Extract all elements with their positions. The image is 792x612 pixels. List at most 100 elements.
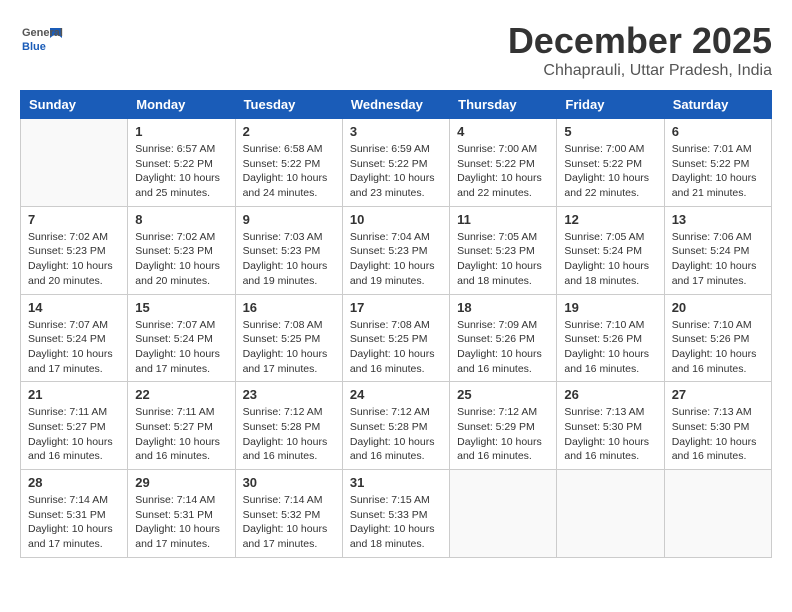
calendar-cell: 4 Sunrise: 7:00 AM Sunset: 5:22 PM Daylig… (450, 119, 557, 207)
calendar-cell: 10 Sunrise: 7:04 AM Sunset: 5:23 PM Dayli… (342, 206, 449, 294)
title-area: December 2025 Chhaprauli, Uttar Pradesh,… (508, 20, 772, 80)
day-info: Sunrise: 7:12 AM Sunset: 5:28 PM Dayligh… (350, 405, 442, 464)
day-info: Sunrise: 7:00 AM Sunset: 5:22 PM Dayligh… (564, 142, 656, 201)
day-number: 3 (350, 124, 442, 139)
calendar-table: SundayMondayTuesdayWednesdayThursdayFrid… (20, 90, 772, 558)
day-number: 28 (28, 475, 120, 490)
day-number: 26 (564, 387, 656, 402)
day-info: Sunrise: 7:06 AM Sunset: 5:24 PM Dayligh… (672, 230, 764, 289)
day-number: 4 (457, 124, 549, 139)
calendar-cell: 15 Sunrise: 7:07 AM Sunset: 5:24 PM Dayli… (128, 294, 235, 382)
calendar-cell: 30 Sunrise: 7:14 AM Sunset: 5:32 PM Dayli… (235, 470, 342, 558)
day-info: Sunrise: 7:10 AM Sunset: 5:26 PM Dayligh… (672, 318, 764, 377)
day-number: 5 (564, 124, 656, 139)
day-number: 1 (135, 124, 227, 139)
day-number: 23 (243, 387, 335, 402)
calendar-cell: 29Sunrise: 7:14 AM Sunset: 5:31 PM Dayli… (128, 470, 235, 558)
logo-svg: General Blue (20, 20, 70, 60)
day-number: 18 (457, 300, 549, 315)
calendar-cell: 18Sunrise: 7:09 AM Sunset: 5:26 PM Dayli… (450, 294, 557, 382)
weekday-header-friday: Friday (557, 91, 664, 119)
day-number: 27 (672, 387, 764, 402)
day-info: Sunrise: 7:00 AM Sunset: 5:22 PM Dayligh… (457, 142, 549, 201)
calendar-cell: 13 Sunrise: 7:06 AM Sunset: 5:24 PM Dayli… (664, 206, 771, 294)
calendar-cell: 25 Sunrise: 7:12 AM Sunset: 5:29 PM Dayli… (450, 382, 557, 470)
day-number: 15 (135, 300, 227, 315)
weekday-header-row: SundayMondayTuesdayWednesdayThursdayFrid… (21, 91, 772, 119)
day-number: 20 (672, 300, 764, 315)
day-number: 19 (564, 300, 656, 315)
calendar-cell: 14 Sunrise: 7:07 AM Sunset: 5:24 PM Dayli… (21, 294, 128, 382)
day-info: Sunrise: 6:58 AM Sunset: 5:22 PM Dayligh… (243, 142, 335, 201)
day-info: Sunrise: 7:05 AM Sunset: 5:23 PM Dayligh… (457, 230, 549, 289)
calendar-cell: 21Sunrise: 7:11 AM Sunset: 5:27 PM Dayli… (21, 382, 128, 470)
weekday-header-monday: Monday (128, 91, 235, 119)
weekday-header-saturday: Saturday (664, 91, 771, 119)
day-info: Sunrise: 7:03 AM Sunset: 5:23 PM Dayligh… (243, 230, 335, 289)
day-number: 10 (350, 212, 442, 227)
day-info: Sunrise: 7:11 AM Sunset: 5:27 PM Dayligh… (135, 405, 227, 464)
calendar-cell: 8 Sunrise: 7:02 AM Sunset: 5:23 PM Daylig… (128, 206, 235, 294)
calendar-cell: 7Sunrise: 7:02 AM Sunset: 5:23 PM Daylig… (21, 206, 128, 294)
logo: General Blue (20, 20, 70, 60)
calendar-cell: 11 Sunrise: 7:05 AM Sunset: 5:23 PM Dayli… (450, 206, 557, 294)
day-number: 25 (457, 387, 549, 402)
weekday-header-tuesday: Tuesday (235, 91, 342, 119)
calendar-cell: 16Sunrise: 7:08 AM Sunset: 5:25 PM Dayli… (235, 294, 342, 382)
weekday-header-wednesday: Wednesday (342, 91, 449, 119)
week-row-2: 7 Sunrise: 7:02 AM Sunset: 5:23 PM Daylig… (21, 206, 772, 294)
week-row-5: 28 Sunrise: 7:14 AM Sunset: 5:31 PM Dayli… (21, 470, 772, 558)
day-info: Sunrise: 7:11 AM Sunset: 5:27 PM Dayligh… (28, 405, 120, 464)
day-number: 11 (457, 212, 549, 227)
calendar-cell: 6 Sunrise: 7:01 AM Sunset: 5:22 PM Daylig… (664, 119, 771, 207)
calendar-cell: 5 Sunrise: 7:00 AM Sunset: 5:22 PM Daylig… (557, 119, 664, 207)
day-number: 8 (135, 212, 227, 227)
week-row-4: 21Sunrise: 7:11 AM Sunset: 5:27 PM Dayli… (21, 382, 772, 470)
calendar-cell: 9 Sunrise: 7:03 AM Sunset: 5:23 PM Daylig… (235, 206, 342, 294)
day-info: Sunrise: 7:10 AM Sunset: 5:26 PM Dayligh… (564, 318, 656, 377)
calendar-cell: 31 Sunrise: 7:15 AM Sunset: 5:33 PM Dayli… (342, 470, 449, 558)
header: General Blue December 2025 Chhaprauli, Ut… (20, 20, 772, 80)
week-row-3: 14 Sunrise: 7:07 AM Sunset: 5:24 PM Dayli… (21, 294, 772, 382)
calendar-cell: 1 Sunrise: 6:57 AM Sunset: 5:22 PM Daylig… (128, 119, 235, 207)
calendar-cell: 28 Sunrise: 7:14 AM Sunset: 5:31 PM Dayli… (21, 470, 128, 558)
location-title: Chhaprauli, Uttar Pradesh, India (508, 62, 772, 80)
calendar-cell: 24Sunrise: 7:12 AM Sunset: 5:28 PM Dayli… (342, 382, 449, 470)
day-info: Sunrise: 7:01 AM Sunset: 5:22 PM Dayligh… (672, 142, 764, 201)
day-number: 9 (243, 212, 335, 227)
day-info: Sunrise: 7:02 AM Sunset: 5:23 PM Dayligh… (135, 230, 227, 289)
day-number: 30 (243, 475, 335, 490)
weekday-header-sunday: Sunday (21, 91, 128, 119)
day-info: Sunrise: 7:04 AM Sunset: 5:23 PM Dayligh… (350, 230, 442, 289)
day-info: Sunrise: 6:57 AM Sunset: 5:22 PM Dayligh… (135, 142, 227, 201)
week-row-1: 1 Sunrise: 6:57 AM Sunset: 5:22 PM Daylig… (21, 119, 772, 207)
day-info: Sunrise: 7:08 AM Sunset: 5:25 PM Dayligh… (243, 318, 335, 377)
day-info: Sunrise: 7:12 AM Sunset: 5:29 PM Dayligh… (457, 405, 549, 464)
svg-text:General: General (22, 27, 63, 39)
day-number: 12 (564, 212, 656, 227)
day-info: Sunrise: 7:07 AM Sunset: 5:24 PM Dayligh… (135, 318, 227, 377)
day-info: Sunrise: 7:07 AM Sunset: 5:24 PM Dayligh… (28, 318, 120, 377)
calendar-cell (664, 470, 771, 558)
calendar-cell: 2 Sunrise: 6:58 AM Sunset: 5:22 PM Daylig… (235, 119, 342, 207)
calendar-cell: 12Sunrise: 7:05 AM Sunset: 5:24 PM Dayli… (557, 206, 664, 294)
calendar-cell: 19 Sunrise: 7:10 AM Sunset: 5:26 PM Dayli… (557, 294, 664, 382)
day-info: Sunrise: 7:08 AM Sunset: 5:25 PM Dayligh… (350, 318, 442, 377)
day-number: 14 (28, 300, 120, 315)
weekday-header-thursday: Thursday (450, 91, 557, 119)
day-number: 13 (672, 212, 764, 227)
calendar-cell: 23 Sunrise: 7:12 AM Sunset: 5:28 PM Dayli… (235, 382, 342, 470)
day-number: 6 (672, 124, 764, 139)
day-info: Sunrise: 7:13 AM Sunset: 5:30 PM Dayligh… (564, 405, 656, 464)
day-info: Sunrise: 7:14 AM Sunset: 5:32 PM Dayligh… (243, 493, 335, 552)
svg-text:Blue: Blue (22, 41, 46, 53)
day-info: Sunrise: 7:15 AM Sunset: 5:33 PM Dayligh… (350, 493, 442, 552)
month-title: December 2025 (508, 20, 772, 62)
day-number: 31 (350, 475, 442, 490)
day-number: 2 (243, 124, 335, 139)
day-number: 7 (28, 212, 120, 227)
calendar-cell: 22Sunrise: 7:11 AM Sunset: 5:27 PM Dayli… (128, 382, 235, 470)
day-info: Sunrise: 7:14 AM Sunset: 5:31 PM Dayligh… (28, 493, 120, 552)
day-info: Sunrise: 7:12 AM Sunset: 5:28 PM Dayligh… (243, 405, 335, 464)
calendar-cell: 26 Sunrise: 7:13 AM Sunset: 5:30 PM Dayli… (557, 382, 664, 470)
